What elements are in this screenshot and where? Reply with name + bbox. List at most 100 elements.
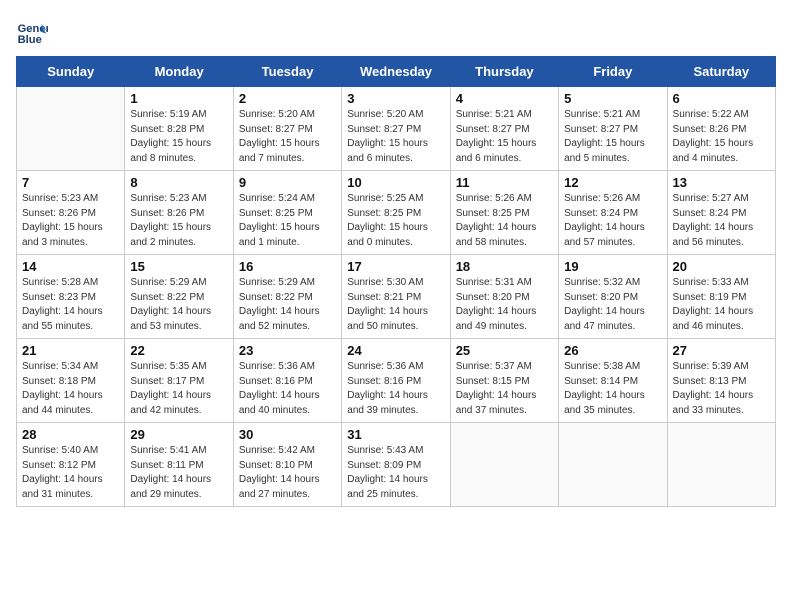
- day-number: 19: [564, 259, 661, 274]
- day-number: 31: [347, 427, 444, 442]
- day-info: Sunrise: 5:23 AM Sunset: 8:26 PM Dayligh…: [130, 192, 227, 250]
- weekday-header-friday: Friday: [559, 57, 667, 87]
- calendar-cell: 26 Sunrise: 5:38 AM Sunset: 8:14 PM Dayli…: [559, 339, 667, 423]
- calendar-cell: [17, 87, 125, 171]
- day-info: Sunrise: 5:22 AM Sunset: 8:26 PM Dayligh…: [673, 108, 770, 166]
- day-info: Sunrise: 5:42 AM Sunset: 8:10 PM Dayligh…: [239, 444, 336, 502]
- day-info: Sunrise: 5:20 AM Sunset: 8:27 PM Dayligh…: [239, 108, 336, 166]
- calendar-cell: 12 Sunrise: 5:26 AM Sunset: 8:24 PM Dayli…: [559, 171, 667, 255]
- weekday-header-monday: Monday: [125, 57, 233, 87]
- calendar-cell: [559, 423, 667, 507]
- weekday-header-wednesday: Wednesday: [342, 57, 450, 87]
- day-info: Sunrise: 5:26 AM Sunset: 8:25 PM Dayligh…: [456, 192, 553, 250]
- calendar-cell: 14 Sunrise: 5:28 AM Sunset: 8:23 PM Dayli…: [17, 255, 125, 339]
- calendar-cell: 10 Sunrise: 5:25 AM Sunset: 8:25 PM Dayli…: [342, 171, 450, 255]
- day-info: Sunrise: 5:21 AM Sunset: 8:27 PM Dayligh…: [456, 108, 553, 166]
- day-number: 4: [456, 91, 553, 106]
- day-number: 1: [130, 91, 227, 106]
- calendar-cell: 16 Sunrise: 5:29 AM Sunset: 8:22 PM Dayli…: [233, 255, 341, 339]
- logo: General Blue: [16, 16, 52, 48]
- day-info: Sunrise: 5:38 AM Sunset: 8:14 PM Dayligh…: [564, 360, 661, 418]
- day-number: 10: [347, 175, 444, 190]
- calendar-cell: 25Sunrise: 5:37 AM Sunset: 8:15 PM Dayli…: [450, 339, 558, 423]
- day-info: Sunrise: 5:29 AM Sunset: 8:22 PM Dayligh…: [239, 276, 336, 334]
- day-info: Sunrise: 5:29 AM Sunset: 8:22 PM Dayligh…: [130, 276, 227, 334]
- day-number: 29: [130, 427, 227, 442]
- calendar-cell: 18 Sunrise: 5:31 AM Sunset: 8:20 PM Dayli…: [450, 255, 558, 339]
- day-number: 6: [673, 91, 770, 106]
- day-number: 15: [130, 259, 227, 274]
- weekday-header-sunday: Sunday: [17, 57, 125, 87]
- calendar-week-5: 28 Sunrise: 5:40 AM Sunset: 8:12 PM Dayli…: [17, 423, 776, 507]
- calendar-cell: 5 Sunrise: 5:21 AM Sunset: 8:27 PM Daylig…: [559, 87, 667, 171]
- calendar-cell: 8 Sunrise: 5:23 AM Sunset: 8:26 PM Daylig…: [125, 171, 233, 255]
- day-info: Sunrise: 5:25 AM Sunset: 8:25 PM Dayligh…: [347, 192, 444, 250]
- day-info: Sunrise: 5:33 AM Sunset: 8:19 PM Dayligh…: [673, 276, 770, 334]
- day-info: Sunrise: 5:31 AM Sunset: 8:20 PM Dayligh…: [456, 276, 553, 334]
- day-number: 28: [22, 427, 119, 442]
- day-number: 26: [564, 343, 661, 358]
- calendar-cell: 4 Sunrise: 5:21 AM Sunset: 8:27 PM Daylig…: [450, 87, 558, 171]
- weekday-header-saturday: Saturday: [667, 57, 775, 87]
- day-number: 18: [456, 259, 553, 274]
- logo-icon: General Blue: [16, 16, 48, 48]
- weekday-header-thursday: Thursday: [450, 57, 558, 87]
- day-info: Sunrise: 5:21 AM Sunset: 8:27 PM Dayligh…: [564, 108, 661, 166]
- calendar-cell: 13Sunrise: 5:27 AM Sunset: 8:24 PM Dayli…: [667, 171, 775, 255]
- day-number: 9: [239, 175, 336, 190]
- day-number: 17: [347, 259, 444, 274]
- calendar-cell: 19Sunrise: 5:32 AM Sunset: 8:20 PM Dayli…: [559, 255, 667, 339]
- calendar-cell: 15 Sunrise: 5:29 AM Sunset: 8:22 PM Dayli…: [125, 255, 233, 339]
- day-info: Sunrise: 5:19 AM Sunset: 8:28 PM Dayligh…: [130, 108, 227, 166]
- weekday-header-tuesday: Tuesday: [233, 57, 341, 87]
- page-header: General Blue: [16, 16, 776, 48]
- day-number: 12: [564, 175, 661, 190]
- calendar-cell: 6 Sunrise: 5:22 AM Sunset: 8:26 PM Daylig…: [667, 87, 775, 171]
- calendar-week-4: 21Sunrise: 5:34 AM Sunset: 8:18 PM Dayli…: [17, 339, 776, 423]
- day-info: Sunrise: 5:40 AM Sunset: 8:12 PM Dayligh…: [22, 444, 119, 502]
- svg-text:Blue: Blue: [18, 34, 42, 46]
- day-info: Sunrise: 5:43 AM Sunset: 8:09 PM Dayligh…: [347, 444, 444, 502]
- day-number: 20: [673, 259, 770, 274]
- calendar-cell: 20 Sunrise: 5:33 AM Sunset: 8:19 PM Dayli…: [667, 255, 775, 339]
- day-number: 16: [239, 259, 336, 274]
- day-info: Sunrise: 5:23 AM Sunset: 8:26 PM Dayligh…: [22, 192, 119, 250]
- calendar-table: SundayMondayTuesdayWednesdayThursdayFrid…: [16, 56, 776, 507]
- calendar-cell: 23Sunrise: 5:36 AM Sunset: 8:16 PM Dayli…: [233, 339, 341, 423]
- calendar-cell: 3 Sunrise: 5:20 AM Sunset: 8:27 PM Daylig…: [342, 87, 450, 171]
- calendar-cell: 1 Sunrise: 5:19 AM Sunset: 8:28 PM Daylig…: [125, 87, 233, 171]
- calendar-cell: 30Sunrise: 5:42 AM Sunset: 8:10 PM Dayli…: [233, 423, 341, 507]
- day-number: 13: [673, 175, 770, 190]
- calendar-week-2: 7 Sunrise: 5:23 AM Sunset: 8:26 PM Daylig…: [17, 171, 776, 255]
- calendar-week-3: 14 Sunrise: 5:28 AM Sunset: 8:23 PM Dayli…: [17, 255, 776, 339]
- calendar-cell: 24 Sunrise: 5:36 AM Sunset: 8:16 PM Dayli…: [342, 339, 450, 423]
- calendar-cell: 2 Sunrise: 5:20 AM Sunset: 8:27 PM Daylig…: [233, 87, 341, 171]
- calendar-cell: 21Sunrise: 5:34 AM Sunset: 8:18 PM Dayli…: [17, 339, 125, 423]
- day-number: 23: [239, 343, 336, 358]
- day-info: Sunrise: 5:34 AM Sunset: 8:18 PM Dayligh…: [22, 360, 119, 418]
- day-info: Sunrise: 5:35 AM Sunset: 8:17 PM Dayligh…: [130, 360, 227, 418]
- day-number: 24: [347, 343, 444, 358]
- day-info: Sunrise: 5:30 AM Sunset: 8:21 PM Dayligh…: [347, 276, 444, 334]
- day-number: 2: [239, 91, 336, 106]
- day-info: Sunrise: 5:39 AM Sunset: 8:13 PM Dayligh…: [673, 360, 770, 418]
- weekday-header-row: SundayMondayTuesdayWednesdayThursdayFrid…: [17, 57, 776, 87]
- day-number: 8: [130, 175, 227, 190]
- day-info: Sunrise: 5:28 AM Sunset: 8:23 PM Dayligh…: [22, 276, 119, 334]
- calendar-cell: 31 Sunrise: 5:43 AM Sunset: 8:09 PM Dayli…: [342, 423, 450, 507]
- day-number: 14: [22, 259, 119, 274]
- day-info: Sunrise: 5:37 AM Sunset: 8:15 PM Dayligh…: [456, 360, 553, 418]
- calendar-week-1: 1 Sunrise: 5:19 AM Sunset: 8:28 PM Daylig…: [17, 87, 776, 171]
- day-number: 7: [22, 175, 119, 190]
- day-info: Sunrise: 5:36 AM Sunset: 8:16 PM Dayligh…: [347, 360, 444, 418]
- day-info: Sunrise: 5:26 AM Sunset: 8:24 PM Dayligh…: [564, 192, 661, 250]
- calendar-cell: 22Sunrise: 5:35 AM Sunset: 8:17 PM Dayli…: [125, 339, 233, 423]
- day-info: Sunrise: 5:41 AM Sunset: 8:11 PM Dayligh…: [130, 444, 227, 502]
- day-number: 3: [347, 91, 444, 106]
- calendar-cell: 27Sunrise: 5:39 AM Sunset: 8:13 PM Dayli…: [667, 339, 775, 423]
- calendar-cell: 7 Sunrise: 5:23 AM Sunset: 8:26 PM Daylig…: [17, 171, 125, 255]
- day-number: 11: [456, 175, 553, 190]
- day-info: Sunrise: 5:20 AM Sunset: 8:27 PM Dayligh…: [347, 108, 444, 166]
- calendar-cell: 28 Sunrise: 5:40 AM Sunset: 8:12 PM Dayli…: [17, 423, 125, 507]
- day-number: 5: [564, 91, 661, 106]
